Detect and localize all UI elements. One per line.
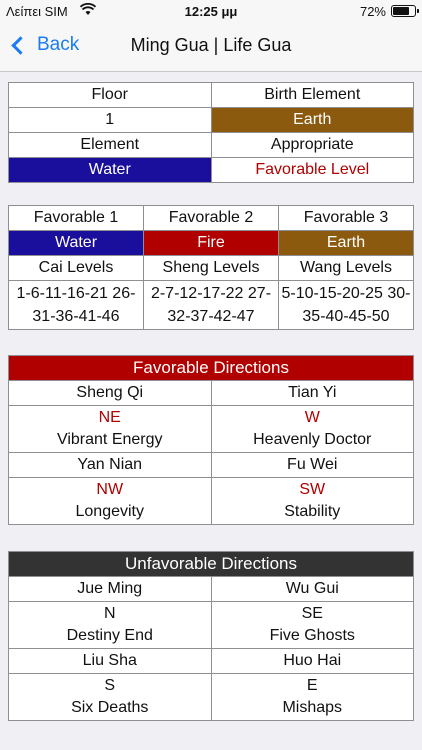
favorable-2-element: Fire: [143, 230, 279, 256]
jue-ming-cell: N Destiny End: [8, 601, 212, 649]
floor-value: 1: [8, 107, 212, 133]
liu-sha-name: Liu Sha: [8, 648, 212, 674]
huo-hai-name: Huo Hai: [210, 648, 414, 674]
direction-description: Six Deaths: [71, 699, 149, 716]
favorable-1-level: Cai Levels: [8, 255, 144, 281]
element-header: Element: [8, 132, 212, 158]
favorable-3-level: Wang Levels: [278, 255, 414, 281]
favorable-1-header: Favorable 1: [8, 205, 144, 231]
element-value: Water: [8, 157, 212, 183]
favorable-elements-table: Favorable 1 Favorable 2 Favorable 3 Wate…: [8, 205, 414, 330]
wu-gui-cell: SE Five Ghosts: [210, 601, 414, 649]
unfavorable-directions-title: Unfavorable Directions: [8, 551, 414, 577]
battery-icon: [391, 5, 419, 17]
favorable-3-element: Earth: [278, 230, 414, 256]
direction-label: W: [304, 409, 320, 426]
direction-label: NW: [96, 481, 124, 498]
jue-ming-name: Jue Ming: [8, 576, 212, 602]
favorable-3-numbers: 5-10-15-20-25 30-35-40-45-50: [278, 280, 414, 330]
floor-header: Floor: [8, 82, 212, 108]
clock: 12:25 μμ: [184, 4, 238, 19]
favorable-2-numbers: 2-7-12-17-22 27-32-37-42-47: [143, 280, 279, 330]
favorable-1-numbers: 1-6-11-16-21 26-31-36-41-46: [8, 280, 144, 330]
birth-element-header: Birth Element: [210, 82, 414, 108]
favorable-1-element: Water: [8, 230, 144, 256]
appropriate-header: Appropriate: [210, 132, 414, 158]
birth-element-value: Earth: [210, 107, 414, 133]
favorable-directions-table: Favorable Directions Sheng Qi Tian Yi NE…: [8, 355, 414, 525]
yan-nian-cell: NW Longevity: [8, 477, 212, 525]
gua-info-table: Floor Birth Element 1 Earth Element Appr…: [8, 82, 414, 183]
tian-yi-name: Tian Yi: [210, 380, 414, 406]
favorable-2-header: Favorable 2: [143, 205, 279, 231]
fu-wei-name: Fu Wei: [210, 452, 414, 478]
direction-label: S: [104, 677, 116, 694]
page-title: Ming Gua | Life Gua: [130, 35, 292, 55]
yan-nian-name: Yan Nian: [8, 452, 212, 478]
unfavorable-directions-table: Unfavorable Directions Jue Ming Wu Gui N…: [8, 551, 414, 721]
direction-label: NE: [98, 409, 121, 426]
huo-hai-cell: E Mishaps: [210, 673, 414, 721]
sheng-qi-cell: NE Vibrant Energy: [8, 405, 212, 453]
liu-sha-cell: S Six Deaths: [8, 673, 212, 721]
direction-description: Mishaps: [282, 699, 343, 716]
status-bar: Λείπει SIM 12:25 μμ 72%: [0, 0, 422, 22]
direction-label: SW: [299, 481, 326, 498]
direction-description: Heavenly Doctor: [253, 431, 372, 448]
direction-description: Destiny End: [66, 627, 153, 644]
direction-description: Longevity: [75, 503, 145, 520]
favorable-directions-title: Favorable Directions: [8, 355, 414, 381]
content: Floor Birth Element 1 Earth Element Appr…: [0, 82, 422, 721]
direction-description: Stability: [284, 503, 341, 520]
navigation-bar: Back Ming Gua | Life Gua: [0, 22, 422, 72]
appropriate-value: Favorable Level: [210, 157, 414, 183]
wu-gui-name: Wu Gui: [210, 576, 414, 602]
fu-wei-cell: SW Stability: [210, 477, 414, 525]
direction-description: Five Ghosts: [269, 627, 355, 644]
direction-label: N: [103, 605, 116, 622]
direction-label: SE: [301, 605, 323, 622]
tian-yi-cell: W Heavenly Doctor: [210, 405, 414, 453]
battery-percent: 72%: [359, 4, 386, 19]
favorable-2-level: Sheng Levels: [143, 255, 279, 281]
sheng-qi-name: Sheng Qi: [8, 380, 212, 406]
favorable-3-header: Favorable 3: [278, 205, 414, 231]
direction-description: Vibrant Energy: [56, 431, 163, 448]
direction-label: E: [306, 677, 318, 694]
